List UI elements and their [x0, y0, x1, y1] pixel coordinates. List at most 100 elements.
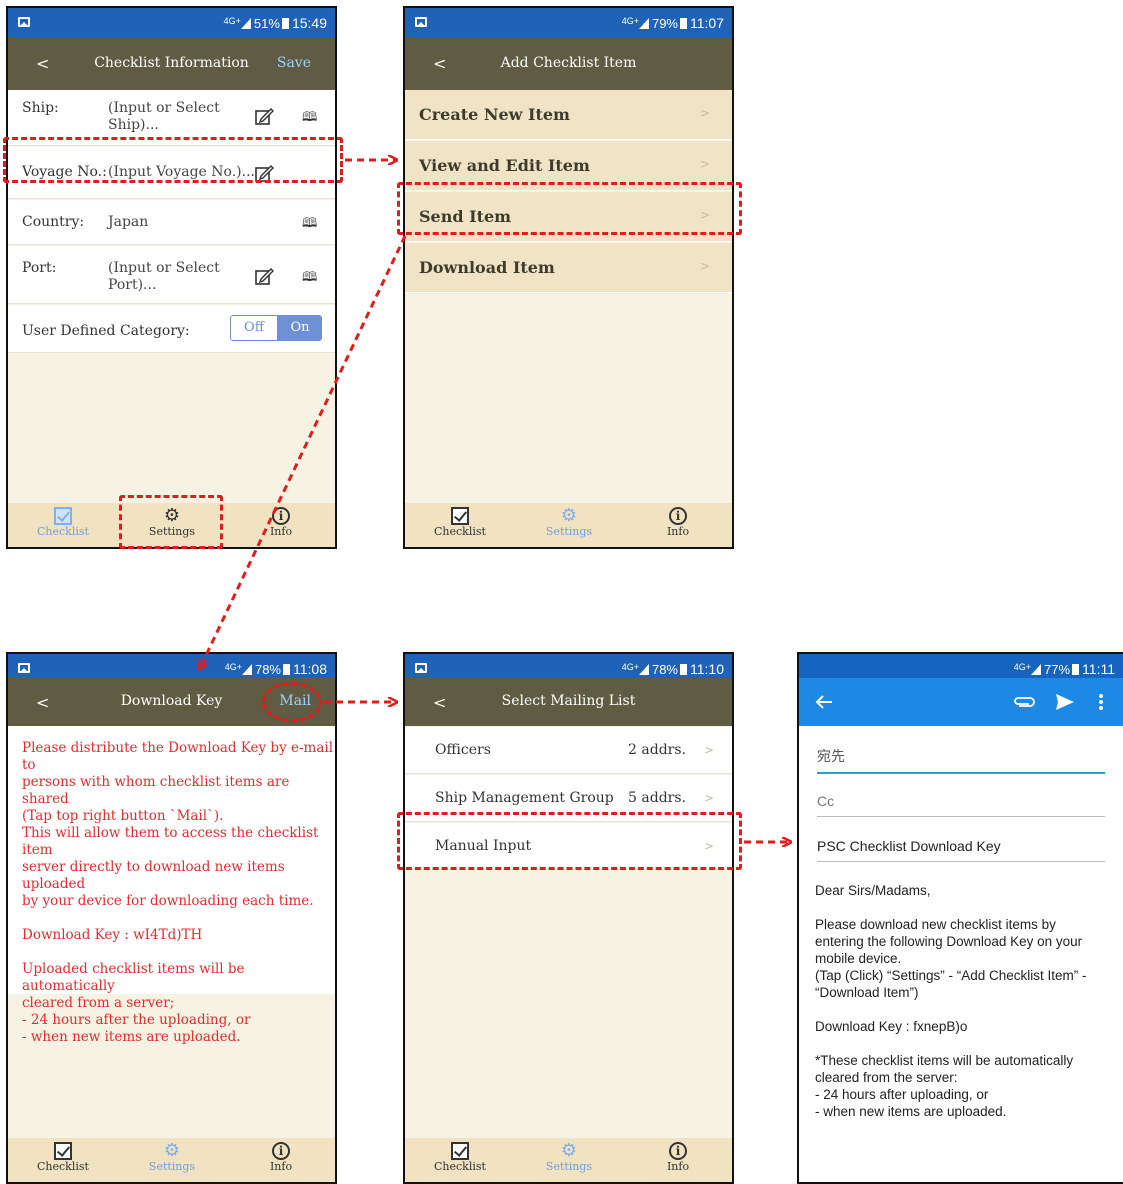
- body-line: entering the following Download Key on y…: [815, 934, 1083, 949]
- send-icon[interactable]: [1055, 693, 1075, 711]
- screen-checklist-information: 4G+ 51% 15:49 < Checklist Information Save…: [6, 6, 337, 549]
- tab-info[interactable]: i Info: [246, 507, 316, 538]
- tab-checklist[interactable]: Checklist: [425, 507, 495, 538]
- text-line: Uploaded checklist items will be automat…: [22, 961, 245, 994]
- gear-icon: ⚙: [163, 1140, 181, 1161]
- tab-info[interactable]: i Info: [643, 1142, 713, 1173]
- download-key-line: Download Key : fxnepB)o: [815, 1019, 968, 1034]
- page-title: Add Checklist Item: [500, 55, 637, 71]
- text-line: persons with whom checklist items are sh…: [22, 774, 290, 807]
- status-bar: 4G+ 51% 15:49: [8, 8, 335, 38]
- battery-icon: [680, 664, 687, 675]
- gear-icon: ⚙: [560, 1140, 578, 1161]
- body-line: - when new items are uploaded.: [815, 1104, 1007, 1119]
- tab-checklist[interactable]: Checklist: [425, 1142, 495, 1173]
- checkbox-icon: [54, 1142, 72, 1160]
- clock: 11:08: [293, 661, 327, 677]
- instruction-text: Please distribute the Download Key by e-…: [22, 740, 335, 1046]
- image-notification-icon: [415, 17, 427, 27]
- body-line: *These checklist items will be automatic…: [815, 1053, 1074, 1068]
- attachment-icon[interactable]: [1013, 696, 1035, 708]
- clock: 11:10: [690, 661, 724, 677]
- highlight-voyage-row: [3, 137, 343, 183]
- list-label: Officers: [435, 742, 491, 758]
- toggle-on[interactable]: On: [277, 316, 321, 340]
- to-field[interactable]: 宛先: [817, 746, 1105, 774]
- highlight-mail-button: [262, 682, 322, 722]
- list-label: Ship Management Group: [435, 790, 614, 806]
- body-line: Please download new checklist items by: [815, 917, 1056, 932]
- tab-bar: Checklist ⚙ Settings i Info: [405, 1138, 732, 1182]
- clock: 11:11: [1082, 661, 1115, 677]
- chevron-right-icon: >: [699, 157, 710, 171]
- gear-icon: ⚙: [560, 505, 578, 526]
- tab-label: Checklist: [37, 1160, 89, 1173]
- network-type: 4G+: [621, 16, 639, 26]
- highlight-send-item: [397, 182, 742, 235]
- network-type: 4G+: [621, 662, 639, 672]
- ship-field[interactable]: (Input or Select Ship)...: [108, 100, 228, 134]
- checkbox-icon: [451, 1142, 469, 1160]
- body-line: (Tap (Click) “Settings” - “Add Checklist…: [815, 968, 1087, 983]
- subject-field[interactable]: PSC Checklist Download Key: [817, 838, 1105, 862]
- battery-level: 78%: [254, 662, 281, 677]
- tab-info[interactable]: i Info: [643, 507, 713, 538]
- download-key-panel: Please distribute the Download Key by e-…: [8, 726, 335, 1045]
- clock: 15:49: [291, 15, 327, 31]
- mailing-list-officers[interactable]: Officers 2 addrs. >: [405, 727, 732, 774]
- category-toggle[interactable]: Off On: [230, 315, 322, 341]
- tab-settings[interactable]: ⚙ Settings: [534, 505, 604, 539]
- book-icon[interactable]: 🕮: [302, 108, 317, 130]
- info-icon: i: [272, 507, 290, 525]
- address-count: 5 addrs.: [628, 790, 686, 806]
- network-type: 4G+: [224, 662, 242, 672]
- port-field[interactable]: (Input or Select Port)...: [108, 260, 228, 294]
- screen-email-compose: 4G+ 77% 11:11 宛先 Cc PSC Checklist Download…: [797, 652, 1123, 1184]
- tab-label: Info: [269, 1160, 293, 1173]
- tab-checklist[interactable]: Checklist: [28, 1142, 98, 1173]
- port-label: Port:: [22, 260, 57, 276]
- back-arrow-icon[interactable]: [815, 694, 833, 710]
- battery-icon: [283, 664, 290, 675]
- menu-create-new-item[interactable]: Create New Item >: [405, 90, 732, 140]
- checkbox-icon: [54, 507, 72, 525]
- menu-download-item[interactable]: Download Item >: [405, 243, 732, 293]
- tab-label: Checklist: [434, 525, 486, 538]
- battery-level: 51%: [253, 16, 280, 31]
- tab-info[interactable]: i Info: [246, 1142, 316, 1173]
- body-line: Dear Sirs/Madams,: [815, 883, 931, 898]
- book-icon[interactable]: 🕮: [302, 268, 317, 290]
- country-row[interactable]: Country: Japan 🕮: [8, 200, 335, 245]
- text-line: (Tap top right button `Mail`).: [22, 808, 224, 824]
- image-notification-icon: [18, 17, 30, 27]
- tab-checklist[interactable]: Checklist: [28, 507, 98, 538]
- network-type: 4G+: [223, 16, 241, 26]
- tab-label: Info: [269, 525, 293, 538]
- menu-label: Create New Item: [419, 105, 570, 124]
- tab-label: Info: [666, 525, 690, 538]
- edit-icon[interactable]: [254, 266, 274, 286]
- text-line: cleared from a server;: [22, 995, 175, 1011]
- book-icon[interactable]: 🕮: [302, 214, 317, 236]
- ship-label: Ship:: [22, 100, 59, 116]
- toggle-off[interactable]: Off: [231, 316, 277, 340]
- battery-icon: [281, 18, 289, 29]
- image-notification-icon: [415, 663, 427, 673]
- tab-settings[interactable]: ⚙ Settings: [534, 1140, 604, 1174]
- text-line: server directly to download new items up…: [22, 859, 285, 892]
- email-body[interactable]: Dear Sirs/Madams, Please download new ch…: [815, 882, 1115, 1120]
- menu-label: View and Edit Item: [419, 156, 590, 175]
- compose-toolbar: [799, 678, 1123, 726]
- signal-icon: [638, 18, 649, 29]
- tab-bar: Checklist ⚙ Settings i Info: [405, 503, 732, 547]
- tab-settings[interactable]: ⚙ Settings: [137, 1140, 207, 1174]
- edit-icon[interactable]: [254, 106, 274, 126]
- save-button[interactable]: Save: [277, 55, 311, 71]
- more-options-icon[interactable]: [1099, 694, 1103, 710]
- port-row[interactable]: Port: (Input or Select Port)... 🕮: [8, 246, 335, 304]
- nav-bar: < Select Mailing List: [405, 678, 732, 726]
- cc-field[interactable]: Cc: [817, 793, 1105, 817]
- category-row: User Defined Category: Off On: [8, 305, 335, 353]
- body-line: mobile device.: [815, 951, 902, 966]
- status-bar: 4G+ 79% 11:07: [405, 8, 732, 38]
